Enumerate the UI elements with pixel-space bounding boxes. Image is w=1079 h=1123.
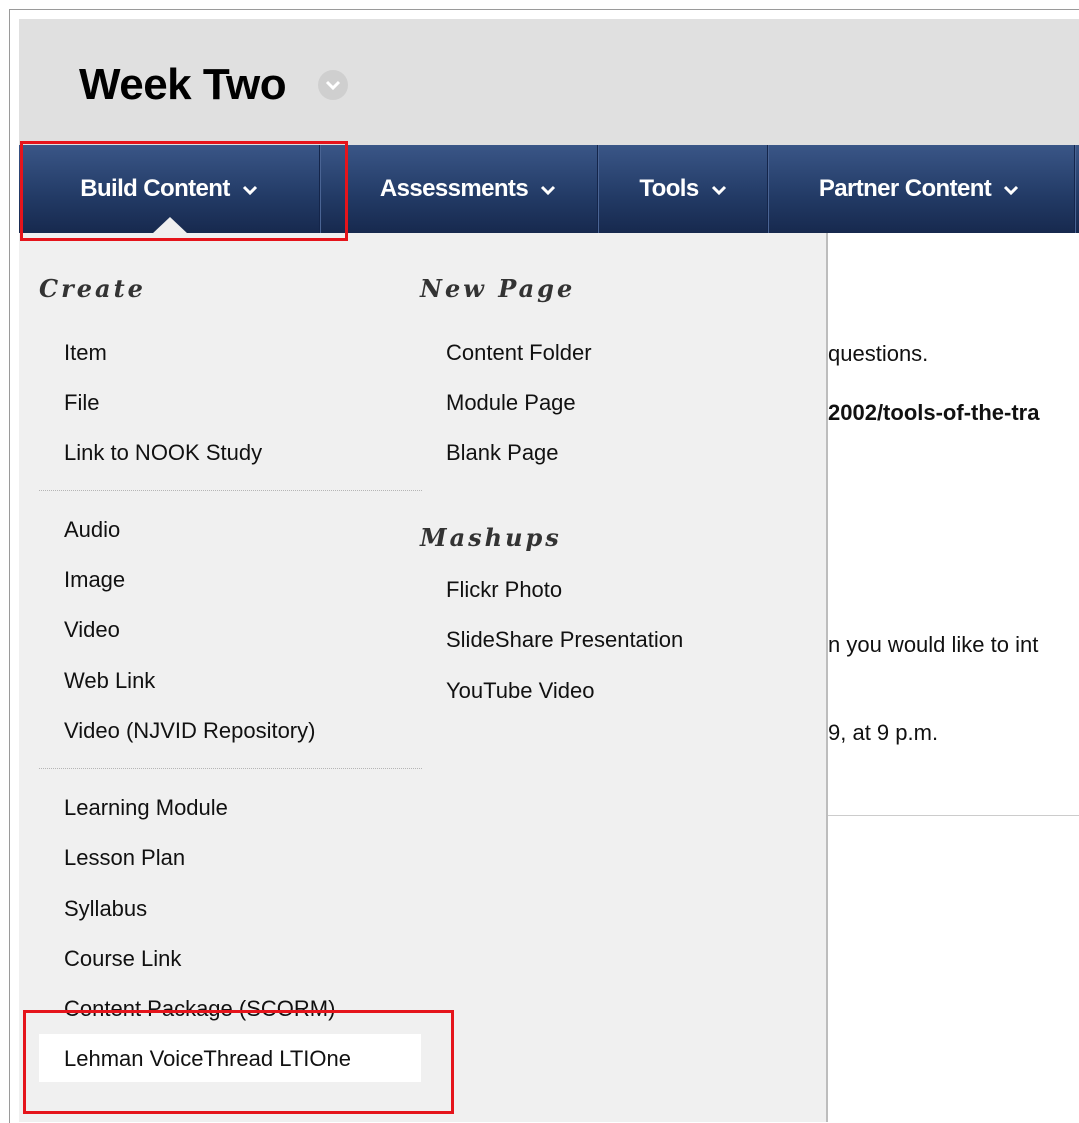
menu-item-flickr-photo[interactable]: Flickr Photo [446, 577, 562, 603]
mashups-heading: Mashups [420, 523, 562, 552]
chevron-down-icon [711, 175, 727, 203]
voicethread-callout [23, 1010, 454, 1114]
menu-item-course-link[interactable]: Course Link [64, 946, 181, 972]
new-page-heading: New Page [420, 274, 576, 303]
chevron-down-icon [1003, 175, 1019, 203]
menu-item-module-page[interactable]: Module Page [446, 390, 576, 416]
menu-item-video[interactable]: Video [64, 617, 120, 643]
page-title: Week Two [79, 60, 287, 109]
partner-content-label: Partner Content [818, 175, 992, 202]
menu-item-youtube-video[interactable]: YouTube Video [446, 678, 594, 704]
menu-item-file[interactable]: File [64, 390, 99, 416]
menu-item-video-njvid[interactable]: Video (NJVID Repository) [64, 718, 315, 744]
create-heading: Create [39, 274, 146, 303]
build-content-callout [20, 141, 348, 241]
title-options-chevron-icon[interactable] [318, 70, 348, 100]
chevron-down-icon [540, 175, 556, 203]
assessments-label: Assessments [379, 175, 529, 202]
tools-label: Tools [639, 175, 699, 202]
menu-item-syllabus[interactable]: Syllabus [64, 896, 147, 922]
menu-item-web-link[interactable]: Web Link [64, 668, 155, 694]
content-link-text[interactable]: 2002/tools-of-the-tra [828, 400, 1039, 426]
menu-divider [39, 490, 422, 491]
menu-item-image[interactable]: Image [64, 567, 125, 593]
menu-item-item[interactable]: Item [64, 340, 107, 366]
menu-item-audio[interactable]: Audio [64, 517, 120, 543]
menu-divider [39, 768, 422, 769]
content-text: questions. [828, 341, 929, 366]
content-text: 9, at 9 p.m. [828, 720, 939, 745]
assessments-menu-button[interactable]: Assessments [339, 145, 597, 233]
content-text: n you would like to int [828, 632, 1039, 657]
partner-content-menu-button[interactable]: Partner Content [769, 145, 1069, 233]
menu-item-link-to-nook-study[interactable]: Link to NOOK Study [64, 440, 262, 466]
tools-menu-button[interactable]: Tools [599, 145, 767, 233]
menu-item-lesson-plan[interactable]: Lesson Plan [64, 845, 185, 871]
content-divider [828, 815, 1079, 816]
menu-item-content-folder[interactable]: Content Folder [446, 340, 592, 366]
menu-item-learning-module[interactable]: Learning Module [64, 795, 228, 821]
tab-separator [1074, 145, 1076, 233]
content-area: questions. 2002/tools-of-the-tra n you w… [828, 233, 1079, 1122]
menu-item-slideshare-presentation[interactable]: SlideShare Presentation [446, 627, 683, 653]
menu-item-blank-page[interactable]: Blank Page [446, 440, 559, 466]
